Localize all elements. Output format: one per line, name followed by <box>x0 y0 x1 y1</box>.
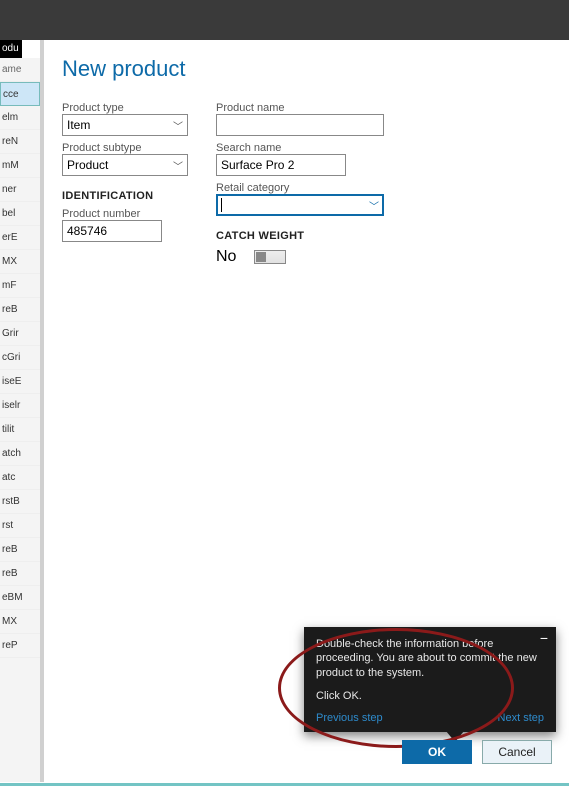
list-item[interactable]: ner <box>0 178 40 202</box>
new-product-dialog: New product Product type Item ﹀ Product … <box>40 40 566 782</box>
list-item[interactable]: tilit <box>0 418 40 442</box>
dialog-button-bar: OK Cancel <box>402 740 552 764</box>
list-item[interactable]: Grir <box>0 322 40 346</box>
list-item[interactable]: MX <box>0 610 40 634</box>
product-number-label: Product number <box>62 208 192 220</box>
product-type-label: Product type <box>62 102 192 114</box>
list-item[interactable]: MX <box>0 250 40 274</box>
retail-category-select[interactable]: ﹀ <box>216 194 384 216</box>
tooltip-body: Double-check the information before proc… <box>316 637 544 682</box>
catch-weight-heading: CATCH WEIGHT <box>216 230 406 242</box>
chevron-down-icon: ﹀ <box>369 198 379 213</box>
product-name-label: Product name <box>216 102 406 114</box>
list-header-fragment: ame <box>0 58 40 82</box>
list-item[interactable]: atc <box>0 466 40 490</box>
search-name-label: Search name <box>216 142 406 154</box>
search-name-value: Surface Pro 2 <box>221 158 294 172</box>
background-list: ame cce elm reN mM ner bel erE MX mF reB… <box>0 58 40 782</box>
identification-heading: IDENTIFICATION <box>62 190 192 202</box>
list-item[interactable]: reB <box>0 298 40 322</box>
window-topbar <box>0 0 569 40</box>
guidance-tooltip: − Double-check the information before pr… <box>304 627 556 732</box>
minimize-icon[interactable]: − <box>540 633 548 643</box>
list-item[interactable]: mM <box>0 154 40 178</box>
search-name-input[interactable]: Surface Pro 2 <box>216 154 346 176</box>
dialog-title: New product <box>62 56 548 82</box>
product-name-input[interactable] <box>216 114 384 136</box>
bottom-accent-bar <box>0 783 569 786</box>
product-type-value: Item <box>67 118 90 132</box>
list-item[interactable]: rst <box>0 514 40 538</box>
chevron-down-icon: ﹀ <box>173 158 183 173</box>
tooltip-next-link[interactable]: Next step <box>498 712 544 724</box>
list-item[interactable]: reN <box>0 130 40 154</box>
text-caret-icon <box>221 198 222 212</box>
catch-weight-value: No <box>216 248 236 266</box>
list-item[interactable]: elm <box>0 106 40 130</box>
left-tab-fragment: odu <box>0 40 22 58</box>
ok-button[interactable]: OK <box>402 740 472 764</box>
product-subtype-value: Product <box>67 158 108 172</box>
product-subtype-select[interactable]: Product ﹀ <box>62 154 188 176</box>
chevron-down-icon: ﹀ <box>173 118 183 133</box>
tooltip-prev-link[interactable]: Previous step <box>316 712 383 724</box>
cancel-button[interactable]: Cancel <box>482 740 552 764</box>
list-item[interactable]: eBM <box>0 586 40 610</box>
list-item[interactable]: reB <box>0 538 40 562</box>
catch-weight-toggle[interactable] <box>254 250 286 264</box>
list-item[interactable]: mF <box>0 274 40 298</box>
list-item[interactable]: rstB <box>0 490 40 514</box>
list-item[interactable]: iseE <box>0 370 40 394</box>
list-item[interactable]: cce <box>0 82 40 106</box>
retail-category-label: Retail category <box>216 182 406 194</box>
product-subtype-label: Product subtype <box>62 142 192 154</box>
list-item[interactable]: erE <box>0 226 40 250</box>
product-type-select[interactable]: Item ﹀ <box>62 114 188 136</box>
product-number-input[interactable]: 485746 <box>62 220 162 242</box>
list-item[interactable]: atch <box>0 442 40 466</box>
list-item[interactable]: iselr <box>0 394 40 418</box>
product-number-value: 485746 <box>67 224 107 238</box>
tooltip-action: Click OK. <box>316 689 544 704</box>
list-item[interactable]: reP <box>0 634 40 658</box>
list-item[interactable]: reB <box>0 562 40 586</box>
list-item[interactable]: bel <box>0 202 40 226</box>
list-item[interactable]: cGri <box>0 346 40 370</box>
